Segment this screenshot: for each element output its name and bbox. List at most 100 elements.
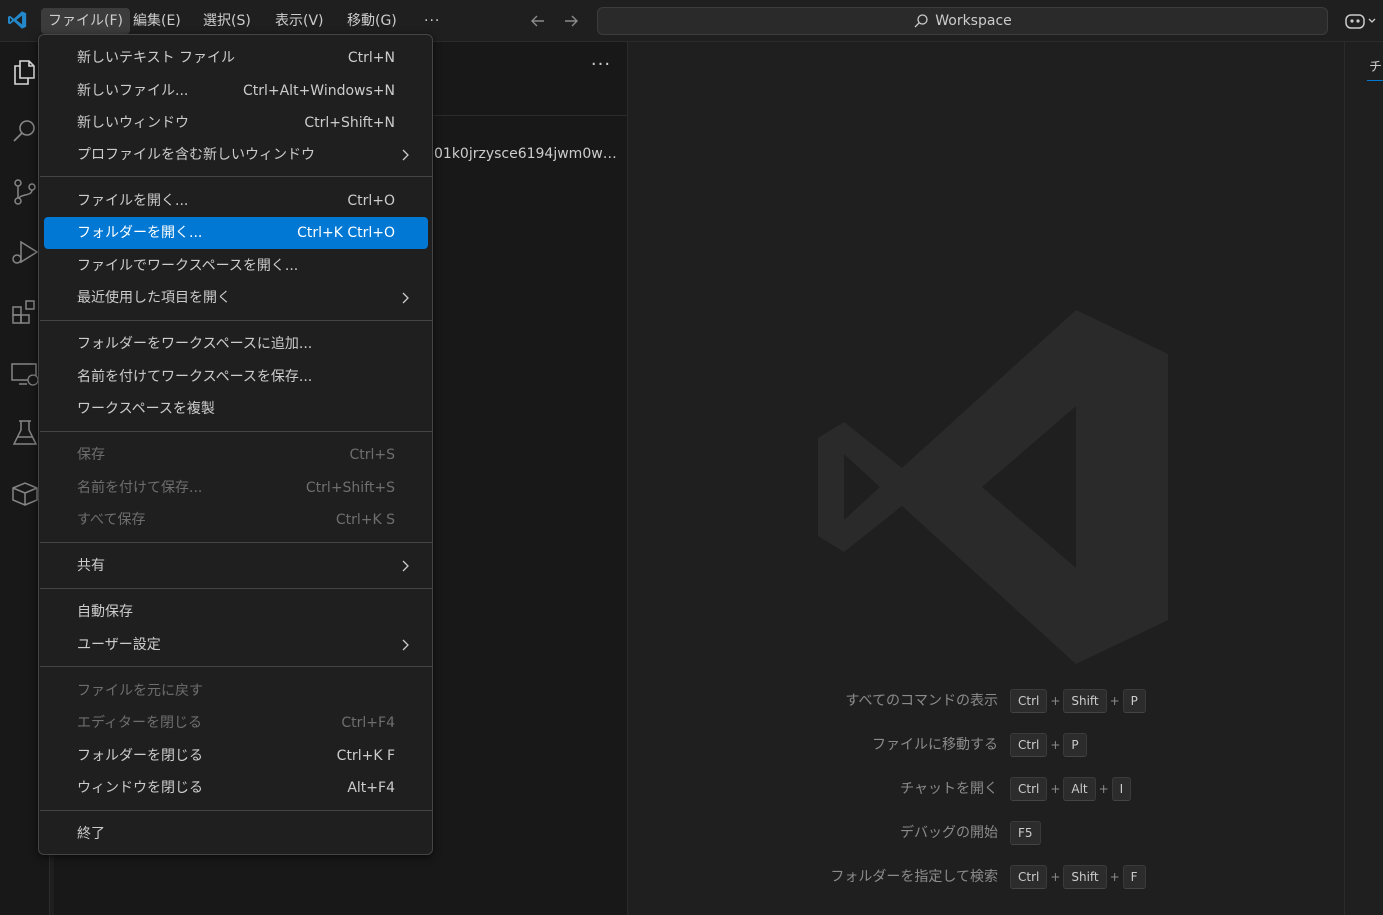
menu-item-open-recent[interactable]: 最近使用した項目を開く	[44, 282, 428, 314]
shortcut-row: すべてのコマンドの表示 Ctrl + Shift + P	[628, 689, 1344, 713]
remote-explorer-icon[interactable]	[9, 358, 41, 390]
menu-item-label: プロファイルを含む新しいウィンドウ	[77, 147, 315, 163]
chat-tab[interactable]: チャット	[1369, 56, 1383, 75]
menu-item-duplicate-workspace[interactable]: ワークスペースを複製	[44, 393, 428, 425]
menu-item-label: ワークスペースを複製	[77, 401, 215, 417]
key-cap: Shift	[1063, 865, 1107, 889]
menu-item-label: ユーザー設定	[77, 637, 161, 653]
menu-item-open-file[interactable]: ファイルを開く... Ctrl+O	[44, 185, 428, 217]
key-plus: +	[1050, 782, 1061, 796]
explorer-icon[interactable]	[9, 56, 41, 88]
key-cap: Ctrl	[1010, 689, 1048, 713]
menu-item-label: フォルダーをワークスペースに追加...	[77, 336, 313, 352]
menu-item-label: フォルダーを開く...	[77, 225, 203, 241]
menu-item-add-folder-to-workspace[interactable]: フォルダーをワークスペースに追加...	[44, 328, 428, 360]
arrow-right-icon[interactable]	[561, 11, 581, 31]
run-debug-icon[interactable]	[9, 236, 41, 268]
key-cap: Ctrl	[1010, 733, 1048, 757]
menu-item-open-folder[interactable]: フォルダーを開く... Ctrl+K Ctrl+O	[44, 217, 428, 249]
key-cap: P	[1063, 733, 1087, 757]
search-icon	[914, 14, 928, 28]
key-cap: Alt	[1063, 777, 1096, 801]
menu-item-save-all: すべて保存 Ctrl+K S	[44, 504, 428, 536]
sidebar-file-item[interactable]: 01k0jrzysce6194jwm0wp5...	[434, 146, 624, 162]
containers-icon[interactable]	[9, 478, 41, 510]
menu-item-label: ファイルを元に戻す	[77, 683, 203, 699]
menu-item-new-window[interactable]: 新しいウィンドウ Ctrl+Shift+N	[44, 107, 428, 139]
copilot-icon[interactable]	[1344, 11, 1378, 31]
shortcut-label: フォルダーを指定して検索	[830, 869, 998, 885]
shortcut-label: すべてのコマンドの表示	[845, 693, 998, 709]
key-cap: F	[1122, 865, 1146, 889]
shortcut-label: デバッグの開始	[900, 825, 998, 841]
menu-item-new-window-with-profile[interactable]: プロファイルを含む新しいウィンドウ	[44, 139, 428, 171]
menu-item-open-workspace-from-file[interactable]: ファイルでワークスペースを開く...	[44, 250, 428, 282]
source-control-icon[interactable]	[9, 176, 41, 208]
menu-item-shortcut: Ctrl+K S	[335, 512, 395, 528]
menu-separator	[40, 542, 433, 543]
menu-more-icon[interactable]: ···	[417, 8, 447, 34]
extensions-icon[interactable]	[9, 297, 41, 329]
menu-item-label: すべて保存	[77, 512, 146, 528]
menu-item-shortcut: Ctrl+N	[347, 50, 395, 66]
menu-item-share[interactable]: 共有	[44, 550, 428, 582]
menu-item-new-file[interactable]: 新しいファイル... Ctrl+Alt+Windows+N	[44, 75, 428, 107]
menu-item-shortcut: Ctrl+O	[347, 193, 395, 209]
key-cap: I	[1111, 777, 1132, 801]
menu-item-close-folder[interactable]: フォルダーを閉じる Ctrl+K F	[44, 740, 428, 772]
menu-item-close-window[interactable]: ウィンドウを閉じる Alt+F4	[44, 772, 428, 804]
menu-item-close-editor: エディターを閉じる Ctrl+F4	[44, 707, 428, 739]
key-cap: F5	[1010, 821, 1041, 845]
menu-item-shortcut: Ctrl+F4	[341, 715, 395, 731]
command-center-label: Workspace	[935, 13, 1012, 29]
menu-item-auto-save[interactable]: 自動保存	[44, 596, 428, 628]
menu-item-label: 新しいファイル...	[77, 83, 189, 99]
menu-item-shortcut: Ctrl+Shift+N	[304, 115, 395, 131]
menu-item-label: 共有	[77, 558, 105, 574]
menu-item-shortcut: Alt+F4	[347, 780, 395, 796]
menu-item-label: 自動保存	[77, 604, 133, 620]
menu-item-shortcut: Ctrl+S	[349, 447, 395, 463]
menu-separator	[40, 431, 433, 432]
menu-item-preferences[interactable]: ユーザー設定	[44, 629, 428, 661]
menu-item-label: 終了	[77, 826, 105, 842]
menu-item-new-text-file[interactable]: 新しいテキスト ファイル Ctrl+N	[44, 42, 428, 74]
menu-item-save-as: 名前を付けて保存... Ctrl+Shift+S	[44, 472, 428, 504]
menu-item-shortcut: Ctrl+Shift+S	[305, 480, 395, 496]
command-center-search[interactable]: Workspace	[597, 7, 1328, 35]
key-plus: +	[1109, 870, 1120, 884]
sidebar-more-actions-icon[interactable]: ···	[590, 54, 612, 76]
menu-selection[interactable]: 選択(S)	[196, 8, 258, 34]
menu-item-save-workspace-as[interactable]: 名前を付けてワークスペースを保存...	[44, 361, 428, 393]
shortcut-row: チャットを開く Ctrl + Alt + I	[628, 777, 1344, 801]
vscode-logo-icon	[8, 11, 27, 29]
menu-item-shortcut: Ctrl+Alt+Windows+N	[242, 83, 395, 99]
menu-separator	[40, 810, 433, 811]
chevron-right-icon	[402, 292, 409, 304]
file-menu-dropdown: 新しいテキスト ファイル Ctrl+N 新しいファイル... Ctrl+Alt+…	[38, 34, 433, 855]
search-icon[interactable]	[9, 115, 41, 147]
shortcut-row: ファイルに移動する Ctrl + P	[628, 733, 1344, 757]
menu-separator	[40, 666, 433, 667]
menu-item-label: 新しいテキスト ファイル	[77, 50, 236, 66]
menu-item-shortcut: Ctrl+K F	[336, 748, 395, 764]
menu-item-label: 最近使用した項目を開く	[77, 290, 231, 306]
shortcut-label: ファイルに移動する	[872, 737, 998, 753]
menu-file[interactable]: ファイル(F)	[41, 8, 130, 34]
menu-view[interactable]: 表示(V)	[268, 8, 331, 34]
key-cap: Ctrl	[1010, 865, 1048, 889]
menu-separator	[40, 176, 433, 177]
menu-separator	[40, 320, 433, 321]
key-plus: +	[1098, 782, 1109, 796]
menu-item-exit[interactable]: 終了	[44, 818, 428, 850]
shortcut-row: デバッグの開始 F5	[628, 821, 1344, 845]
menu-item-label: 保存	[77, 447, 105, 463]
key-plus: +	[1050, 694, 1061, 708]
testing-icon[interactable]	[9, 417, 41, 449]
menu-item-revert-file: ファイルを元に戻す	[44, 675, 428, 707]
arrow-left-icon[interactable]	[528, 11, 548, 31]
menu-go[interactable]: 移動(G)	[340, 8, 404, 34]
menu-edit[interactable]: 編集(E)	[126, 8, 188, 34]
menu-item-save: 保存 Ctrl+S	[44, 439, 428, 471]
key-plus: +	[1050, 870, 1061, 884]
